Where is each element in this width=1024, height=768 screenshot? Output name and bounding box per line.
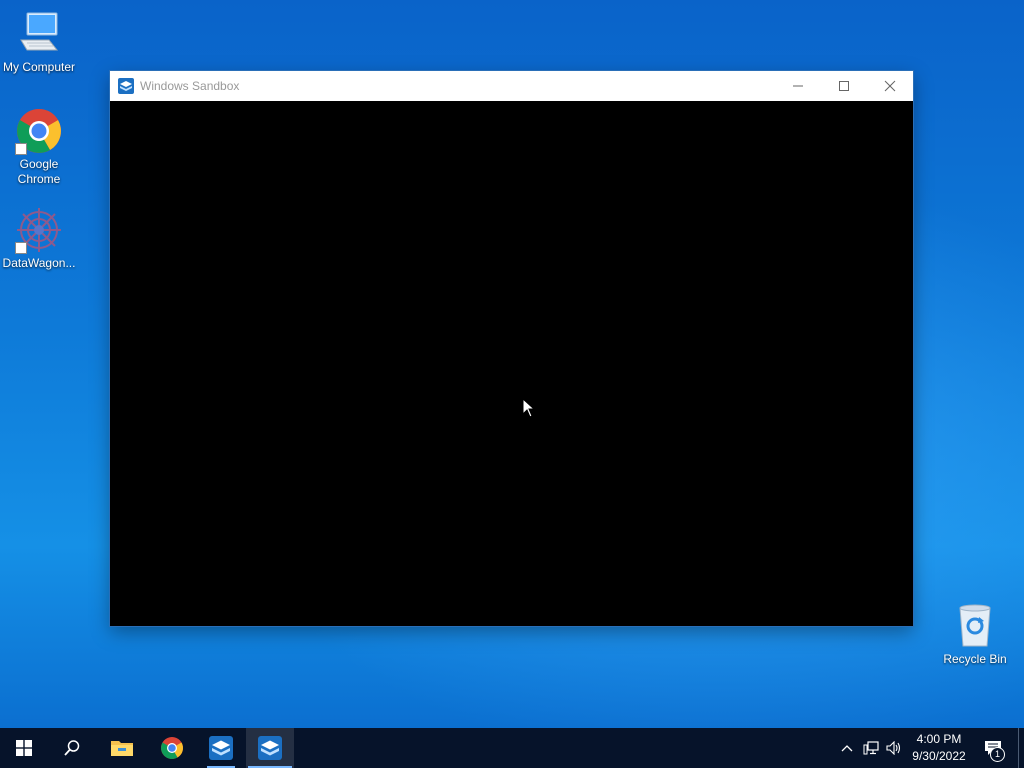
folder-icon — [111, 741, 133, 756]
desktop-icon-datawagon[interactable]: DataWagon... — [0, 206, 78, 271]
shortcut-arrow-icon — [15, 242, 27, 254]
window-titlebar[interactable]: Windows Sandbox — [110, 71, 913, 101]
search-button[interactable] — [48, 728, 96, 768]
desktop-icon-label: Google Chrome — [17, 157, 61, 186]
clock-time: 4:00 PM — [916, 732, 962, 746]
sandbox-screen[interactable] — [110, 101, 913, 626]
desktop-icon-recycle-bin[interactable]: Recycle Bin — [936, 602, 1014, 667]
taskbar-sandbox[interactable] — [197, 728, 245, 768]
show-desktop-button[interactable] — [1018, 728, 1024, 768]
show-hidden-icons-button[interactable] — [836, 728, 858, 768]
taskbar-file-explorer[interactable] — [98, 728, 146, 768]
maximize-icon — [839, 81, 849, 91]
window-title: Windows Sandbox — [140, 79, 240, 93]
taskbar-chrome[interactable] — [148, 728, 196, 768]
mouse-cursor-icon — [522, 398, 534, 418]
clock-date: 9/30/2022 — [912, 749, 966, 763]
computer-icon — [15, 10, 63, 58]
sandbox-icon — [209, 736, 233, 760]
volume-icon — [886, 741, 901, 755]
close-icon — [884, 80, 896, 92]
desktop-icon-google-chrome[interactable]: Google Chrome — [0, 107, 78, 187]
chrome-icon — [161, 737, 183, 759]
sandbox-icon — [258, 736, 282, 760]
taskbar: 4:00 PM 9/30/2022 1 — [0, 728, 1024, 768]
start-button[interactable] — [0, 728, 48, 768]
shortcut-arrow-icon — [15, 143, 27, 155]
network-icon — [863, 741, 879, 755]
minimize-button[interactable] — [775, 71, 821, 101]
datawagon-icon — [15, 206, 63, 254]
desktop-icon-label: Recycle Bin — [943, 652, 1007, 666]
network-button[interactable] — [860, 728, 882, 768]
recycle-bin-icon — [951, 602, 999, 650]
notification-count-badge: 1 — [990, 747, 1005, 762]
sandbox-window[interactable]: Windows Sandbox — [110, 71, 913, 626]
desktop: My Computer Google Chrome DataWagon... R… — [0, 0, 1024, 728]
minimize-icon — [793, 85, 803, 87]
chevron-up-icon — [841, 745, 853, 752]
windows-logo-icon — [16, 740, 32, 756]
clock[interactable]: 4:00 PM 9/30/2022 — [906, 731, 972, 765]
close-button[interactable] — [867, 71, 913, 101]
search-icon — [64, 740, 80, 756]
maximize-button[interactable] — [821, 71, 867, 101]
volume-button[interactable] — [883, 728, 905, 768]
desktop-icon-label: My Computer — [2, 60, 76, 74]
desktop-icon-my-computer[interactable]: My Computer — [0, 10, 78, 75]
chrome-icon — [15, 107, 63, 155]
desktop-icon-label: DataWagon... — [2, 256, 76, 270]
sandbox-icon — [118, 78, 134, 94]
taskbar-sandbox-active[interactable] — [246, 728, 294, 768]
